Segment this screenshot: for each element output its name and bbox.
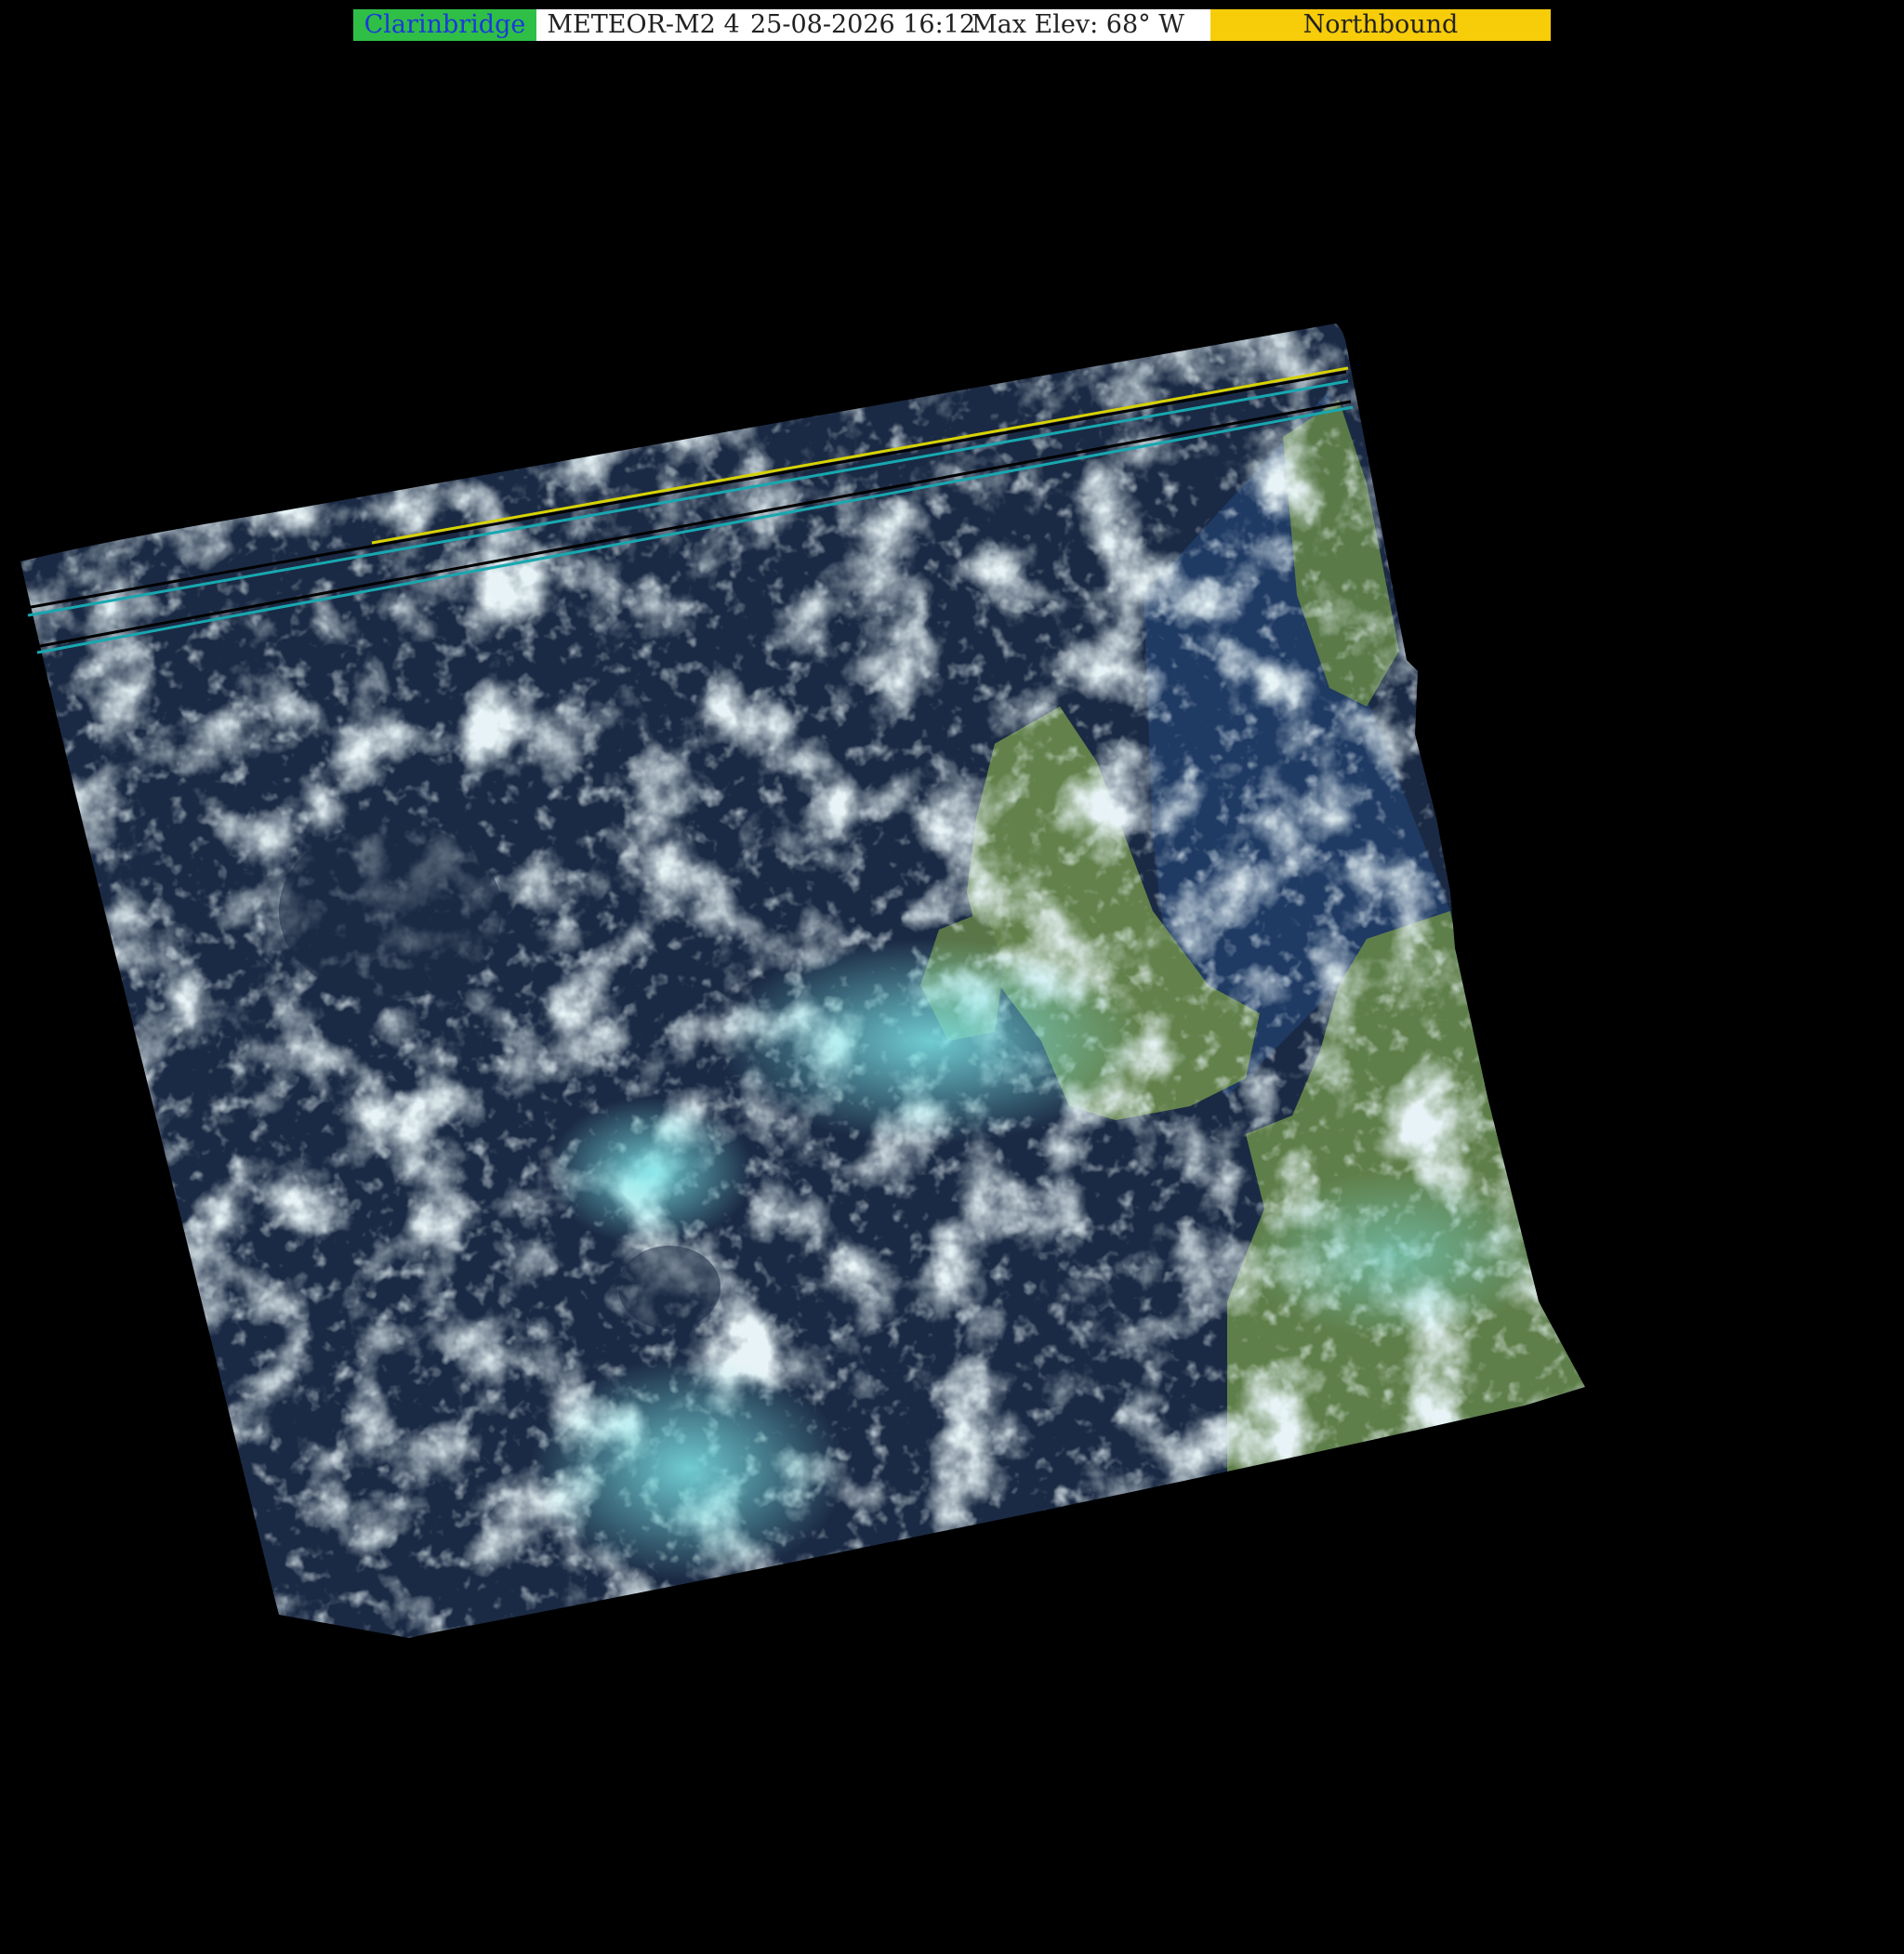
cloud-mass-south	[530, 1357, 846, 1580]
cloud-mass-west	[549, 1097, 753, 1246]
cloud-mass-east	[1246, 1171, 1543, 1339]
cloud-mass-central	[716, 939, 1144, 1143]
small-cyclone-eye	[618, 1246, 721, 1329]
image-swath	[20, 323, 1585, 1638]
satellite-image	[20, 323, 1585, 1638]
cyclone-eye	[279, 823, 502, 999]
